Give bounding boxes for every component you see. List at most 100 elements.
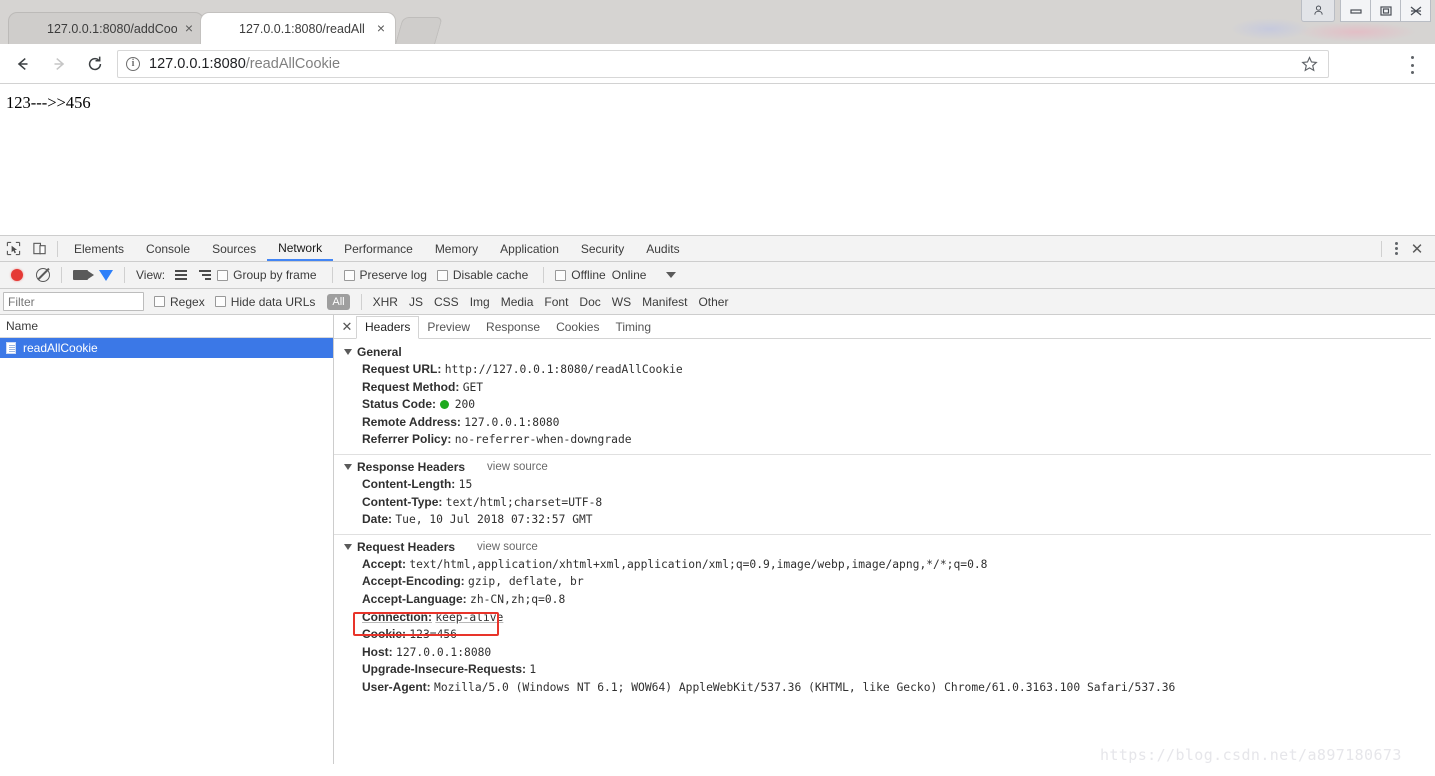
checkbox[interactable] <box>436 269 448 281</box>
close-icon[interactable]: × <box>181 20 197 37</box>
tab-title: 127.0.0.1:8080/readAll <box>239 21 365 36</box>
group-by-frame-checkbox[interactable]: Group by frame <box>217 268 317 282</box>
filter-type-manifest[interactable]: Manifest <box>642 295 687 309</box>
filter-type-ws[interactable]: WS <box>612 295 631 309</box>
throttling-value[interactable]: Online <box>612 268 647 282</box>
waterfall-view-icon[interactable] <box>199 270 212 280</box>
header-value: Tue, 10 Jul 2018 07:32:57 GMT <box>395 513 593 527</box>
reload-icon[interactable] <box>80 49 110 79</box>
devtools-menu-icon[interactable] <box>1387 239 1405 259</box>
section-response-headers-title[interactable]: Response Headers view source <box>334 460 1435 474</box>
record-button[interactable] <box>4 263 30 287</box>
filter-type-media[interactable]: Media <box>501 295 534 309</box>
devtools-tab-security[interactable]: Security <box>570 236 635 261</box>
tab-strip: 127.0.0.1:8080/addCoo × 127.0.0.1:8080/r… <box>0 0 1435 44</box>
checkbox[interactable] <box>154 296 165 307</box>
filter-type-doc[interactable]: Doc <box>579 295 600 309</box>
status-ok-icon <box>440 400 450 410</box>
devtools-tab-network[interactable]: Network <box>267 236 334 261</box>
triangle-down-icon[interactable] <box>344 463 352 470</box>
url-text: 127.0.0.1:8080/readAllCookie <box>149 56 340 72</box>
chrome-menu-icon[interactable] <box>1404 56 1420 74</box>
detail-tab-timing[interactable]: Timing <box>607 315 659 338</box>
filter-type-img[interactable]: Img <box>470 295 490 309</box>
filter-type-font[interactable]: Font <box>544 295 568 309</box>
detail-tab-preview[interactable]: Preview <box>419 315 478 338</box>
header-row-cookie: Cookie: 123=456 <box>334 626 1435 644</box>
detail-tab-cookies[interactable]: Cookies <box>548 315 607 338</box>
filter-type-js[interactable]: JS <box>409 295 423 309</box>
profile-icon[interactable] <box>1301 0 1335 22</box>
device-toolbar-icon[interactable] <box>26 237 52 261</box>
filter-type-xhr[interactable]: XHR <box>373 295 398 309</box>
page-viewport: 123--->>456 <box>0 85 1435 235</box>
detail-close-icon[interactable]: ✕ <box>338 319 356 335</box>
header-key: User-Agent: <box>362 679 431 694</box>
devtools-tab-performance[interactable]: Performance <box>333 236 424 261</box>
filter-type-other[interactable]: Other <box>698 295 728 309</box>
browser-toolbar: i 127.0.0.1:8080/readAllCookie <box>0 44 1435 84</box>
filter-type-all[interactable]: All <box>327 293 350 310</box>
network-body: Name readAllCookie ✕ Headers Preview Res… <box>0 315 1435 764</box>
offline-checkbox[interactable]: Offline <box>555 268 606 282</box>
section-title-text: Request Headers <box>357 539 456 554</box>
view-source-link[interactable]: view source <box>487 461 548 473</box>
detail-tab-response[interactable]: Response <box>478 315 548 338</box>
capture-screenshots-icon[interactable] <box>67 263 94 287</box>
triangle-down-icon[interactable] <box>344 543 352 550</box>
header-key: Content-Type: <box>362 494 443 509</box>
maximize-button[interactable] <box>1370 0 1401 22</box>
header-key: Accept-Encoding: <box>362 574 465 589</box>
back-icon[interactable] <box>8 49 38 79</box>
checkbox[interactable] <box>555 269 567 281</box>
filter-toggle-icon[interactable] <box>93 263 119 296</box>
site-info-icon[interactable]: i <box>126 57 140 71</box>
url-path: /readAllCookie <box>245 56 341 72</box>
minimize-button[interactable] <box>1340 0 1371 22</box>
devtools-tab-elements[interactable]: Elements <box>63 236 135 261</box>
detail-tab-headers[interactable]: Headers <box>356 315 420 339</box>
devtools-tab-memory[interactable]: Memory <box>424 236 489 261</box>
network-filter-bar: Regex Hide data URLs All XHR JS CSS Img … <box>0 289 1435 315</box>
list-view-icon[interactable] <box>175 270 188 280</box>
triangle-down-icon[interactable] <box>344 349 352 355</box>
new-tab-button[interactable] <box>395 17 443 44</box>
header-value: 127.0.0.1:8080 <box>396 645 492 659</box>
address-bar[interactable]: i 127.0.0.1:8080/readAllCookie <box>117 50 1329 78</box>
header-key: Referrer Policy: <box>362 432 452 447</box>
checkbox[interactable] <box>343 269 355 281</box>
requests-column-header[interactable]: Name <box>0 315 333 338</box>
bookmark-star-icon[interactable] <box>1300 55 1320 75</box>
close-button[interactable] <box>1400 0 1431 22</box>
devtools-tab-sources[interactable]: Sources <box>201 236 267 261</box>
devtools-close-icon[interactable]: ✕ <box>1405 239 1429 259</box>
section-request-headers-title[interactable]: Request Headers view source <box>334 540 1435 554</box>
close-icon[interactable]: × <box>373 20 389 37</box>
devtools-panel: Elements Console Sources Network Perform… <box>0 235 1435 776</box>
header-value: text/html;charset=UTF-8 <box>445 495 603 509</box>
header-row: User-Agent: Mozilla/5.0 (Windows NT 6.1;… <box>334 679 1435 697</box>
filter-input[interactable] <box>3 292 144 311</box>
disable-cache-checkbox[interactable]: Disable cache <box>436 268 528 282</box>
inspect-element-icon[interactable] <box>0 237 26 261</box>
checkbox[interactable] <box>217 269 229 281</box>
view-source-link[interactable]: view source <box>477 541 538 553</box>
devtools-tab-application[interactable]: Application <box>489 236 570 261</box>
browser-tab-2[interactable]: 127.0.0.1:8080/readAll × <box>200 12 396 44</box>
devtools-tab-console[interactable]: Console <box>135 236 201 261</box>
header-row: Content-Length: 15 <box>334 476 1435 494</box>
regex-checkbox[interactable]: Regex <box>154 295 205 309</box>
checkbox[interactable] <box>214 296 226 307</box>
header-value: 1 <box>529 663 537 677</box>
chevron-down-icon[interactable] <box>666 272 677 278</box>
preserve-log-checkbox[interactable]: Preserve log <box>343 268 427 282</box>
section-general-title[interactable]: General <box>334 345 1435 359</box>
detail-scrollbar[interactable] <box>1431 315 1435 764</box>
browser-tab-1[interactable]: 127.0.0.1:8080/addCoo × <box>8 12 204 44</box>
filter-type-css[interactable]: CSS <box>434 295 459 309</box>
clear-button[interactable] <box>30 263 56 287</box>
request-row-readallcookie[interactable]: readAllCookie <box>0 338 333 358</box>
hide-data-urls-checkbox[interactable]: Hide data URLs <box>214 295 315 309</box>
header-key: Accept: <box>362 556 407 571</box>
devtools-tab-audits[interactable]: Audits <box>635 236 690 261</box>
